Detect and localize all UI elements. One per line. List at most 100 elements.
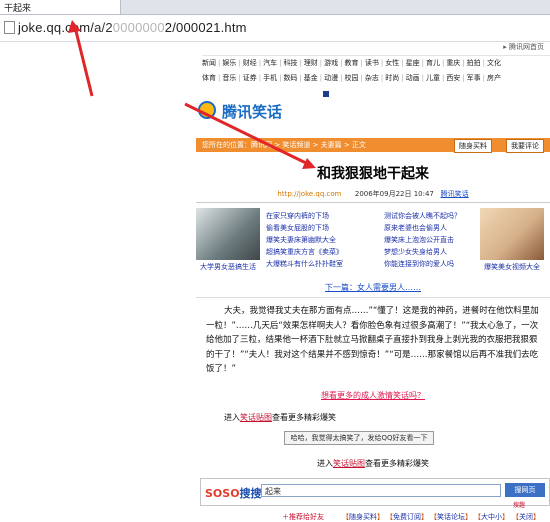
nav-link[interactable]: 数码 bbox=[283, 74, 297, 82]
nav-separator: | bbox=[380, 74, 384, 82]
breadcrumb-bar: 您所在的位置：腾讯网 > 笑话频道 > 夫妻篇 > 正文 随身买料 我要评论 bbox=[196, 138, 550, 153]
nav-link[interactable]: 校园 bbox=[345, 74, 359, 82]
nav-link[interactable]: 体育 bbox=[202, 74, 216, 82]
nav-separator: | bbox=[299, 59, 302, 67]
nav-link[interactable]: 财经 bbox=[243, 59, 257, 67]
footer-link[interactable]: 【笑话论坛】 bbox=[430, 512, 472, 522]
article-title: 和我狠狠地干起来 bbox=[317, 166, 429, 182]
joke-pics-link[interactable]: 笑话贴图 bbox=[333, 459, 365, 468]
share-qq-button[interactable]: 哈哈，我觉得太搞笑了，发给QQ好友看一下 bbox=[284, 431, 434, 445]
nav-separator: | bbox=[380, 59, 384, 67]
page-content: ▸ 腾讯网首页 新闻 | 娱乐 | 财经 | 汽车 | 科技 | 理财 | 游戏 | 教育 | 读书 | 女性 | 星座… bbox=[0, 42, 550, 522]
qq-home-link[interactable]: ▸ 腾讯网首页 bbox=[503, 42, 544, 52]
nav-link[interactable]: 时尚 bbox=[385, 74, 399, 82]
nav-separator: | bbox=[462, 74, 465, 82]
related-link[interactable]: 测试你会被人瞧不起吗？ bbox=[384, 210, 478, 222]
nav-link[interactable]: 教育 bbox=[345, 59, 359, 67]
related-link[interactable]: 在家只穿内裤的下场 bbox=[266, 210, 360, 222]
thumb-image bbox=[196, 208, 260, 260]
footer-link[interactable]: 【随身买料】 bbox=[342, 512, 384, 522]
nav-link[interactable]: 理财 bbox=[304, 59, 318, 67]
related-link[interactable]: 偷看美女屁股的下场 bbox=[266, 222, 360, 234]
nav-link[interactable]: 女性 bbox=[385, 59, 399, 67]
footer-link[interactable]: 【免费订阅】 bbox=[386, 512, 428, 522]
nav-link[interactable]: 动画 bbox=[406, 74, 420, 82]
nav-link[interactable]: 汽车 bbox=[263, 59, 277, 67]
nav-separator: | bbox=[441, 59, 445, 67]
nav-link[interactable]: 拍拍 bbox=[467, 59, 481, 67]
related-link[interactable]: 超搞笑重庆方言《卖菜》 bbox=[266, 246, 360, 258]
page-icon bbox=[4, 21, 15, 34]
joke-pics-link[interactable]: 笑话贴图 bbox=[240, 413, 272, 422]
nav-link[interactable]: 新闻 bbox=[202, 59, 216, 67]
nav-link[interactable]: 证券 bbox=[243, 74, 257, 82]
tab-strip: 干起来 bbox=[0, 0, 550, 15]
nav-link[interactable]: 军事 bbox=[467, 74, 481, 82]
channel-nav: 新闻 | 娱乐 | 财经 | 汽车 | 科技 | 理财 | 游戏 | 教育 | 读书 | 女性 | 星座 | 育儿 | 重庆 | 拍… bbox=[202, 55, 550, 86]
related-link[interactable]: 原来老婆也会偷男人 bbox=[384, 222, 478, 234]
nav-link[interactable]: 儿童 bbox=[426, 74, 440, 82]
footer-link[interactable]: 【大中小】 bbox=[474, 512, 509, 522]
nav-link[interactable]: 游戏 bbox=[324, 59, 338, 67]
nav-link[interactable]: 音乐 bbox=[222, 74, 236, 82]
nav-link[interactable]: 星座 bbox=[406, 59, 420, 67]
site-url[interactable]: http://joke.qq.com bbox=[277, 190, 341, 198]
thumb-right[interactable]: 爆笑美女视频大全 bbox=[480, 208, 544, 274]
nav-separator: | bbox=[238, 59, 241, 67]
divider bbox=[196, 297, 550, 298]
nav-link[interactable]: 杂志 bbox=[365, 74, 379, 82]
nav-link[interactable]: 育儿 bbox=[426, 59, 440, 67]
nav-link[interactable]: 基金 bbox=[304, 74, 318, 82]
nav-link[interactable]: 动漫 bbox=[324, 74, 338, 82]
footer-link[interactable]: 【关闭】 bbox=[512, 512, 540, 522]
nav-link[interactable]: 重庆 bbox=[446, 59, 460, 67]
nav-separator: | bbox=[340, 74, 343, 82]
search-button[interactable]: 搜网页 bbox=[505, 483, 545, 497]
related-block: 大学男女恶搞生活 在家只穿内裤的下场 偷看美女屁股的下场 爆笑夫妻床第幽默大全 … bbox=[196, 208, 550, 274]
related-links-right: 测试你会被人瞧不起吗？ 原来老婆也会偷男人 爆笑床上泡泡公开直击 梦想少女失身给… bbox=[384, 210, 478, 270]
nav-separator: | bbox=[421, 74, 424, 82]
nav-separator: | bbox=[299, 74, 302, 82]
nav-link[interactable]: 文化 bbox=[487, 59, 501, 67]
search-input[interactable]: 起来 bbox=[261, 484, 501, 497]
soso-help-link[interactable]: 搜趣 bbox=[513, 500, 525, 509]
promo-link[interactable]: 想看更多的成人激情笑话吗？ bbox=[196, 390, 550, 401]
nav-separator: | bbox=[279, 59, 282, 67]
browser-tab[interactable]: 干起来 bbox=[0, 0, 121, 14]
nav-separator: | bbox=[279, 74, 282, 82]
url-text[interactable]: joke.qq.com/a/200000002/000021.htm bbox=[18, 20, 247, 35]
nav-separator: | bbox=[482, 74, 486, 82]
nav-separator: | bbox=[401, 74, 404, 82]
article-source[interactable]: 腾讯笑话 bbox=[441, 190, 469, 198]
thumb-left[interactable]: 大学男女恶搞生活 bbox=[196, 208, 260, 274]
next-article-link[interactable]: 下一篇：女人需要男人…… bbox=[196, 282, 550, 293]
related-link[interactable]: 大爆糕斗有什么扑扑鞋室 bbox=[266, 258, 360, 270]
related-link[interactable]: 爆笑夫妻床第幽默大全 bbox=[266, 234, 360, 246]
nav-link[interactable]: 娱乐 bbox=[222, 59, 236, 67]
logo-text: 腾讯笑话 bbox=[222, 103, 283, 121]
nav-separator: | bbox=[482, 59, 486, 67]
divider bbox=[196, 202, 550, 203]
nav-separator: | bbox=[258, 74, 262, 82]
address-bar[interactable]: joke.qq.com/a/200000002/000021.htm bbox=[0, 15, 550, 42]
related-link[interactable]: 你能连接到你的爱人吗 bbox=[384, 258, 478, 270]
nav-link[interactable]: 手机 bbox=[263, 74, 277, 82]
buy-button[interactable]: 随身买料 bbox=[454, 139, 492, 153]
nav-link[interactable]: 房产 bbox=[487, 74, 501, 82]
soso-logo[interactable]: SOSO搜搜 bbox=[205, 485, 262, 501]
related-link[interactable]: 梦想少女失身给男人 bbox=[384, 246, 478, 258]
nav-link[interactable]: 读书 bbox=[365, 59, 379, 67]
nav-separator: | bbox=[441, 74, 445, 82]
nav-separator: | bbox=[462, 59, 465, 67]
recommend-friend-link[interactable]: ＋推荐给好友 bbox=[282, 512, 324, 522]
thumb-caption: 爆笑美女视频大全 bbox=[484, 263, 540, 271]
related-link[interactable]: 爆笑床上泡泡公开直击 bbox=[384, 234, 478, 246]
comment-button[interactable]: 我要评论 bbox=[506, 139, 544, 153]
nav-link[interactable]: 科技 bbox=[283, 59, 297, 67]
nav-link[interactable]: 西安 bbox=[446, 74, 460, 82]
breadcrumb: 您所在的位置：腾讯网 > 笑话频道 > 夫妻篇 > 正文 bbox=[202, 141, 366, 149]
article-meta: http://joke.qq.com 2006年09月22日 10:47 腾讯笑… bbox=[196, 189, 550, 199]
nav-separator: | bbox=[218, 59, 221, 67]
nav-separator: | bbox=[218, 74, 221, 82]
thumb-image bbox=[480, 208, 544, 260]
